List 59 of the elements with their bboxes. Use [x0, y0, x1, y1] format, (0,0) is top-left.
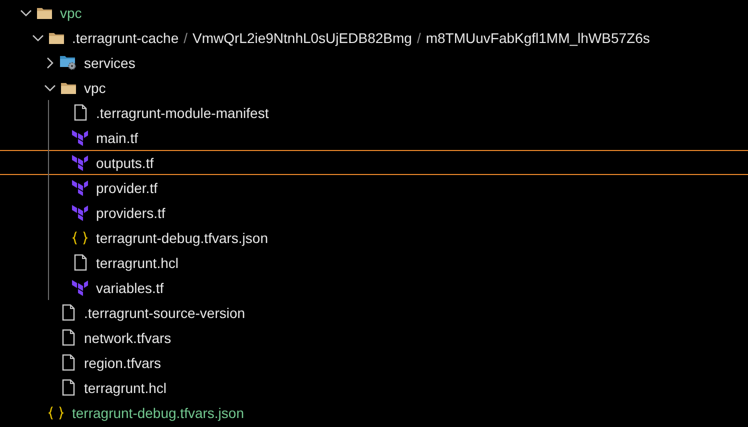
folder-name: vpc: [84, 80, 106, 96]
chevron-down-icon[interactable]: [44, 84, 56, 92]
tree-row[interactable]: network.tfvars: [0, 325, 748, 350]
tree-row[interactable]: main.tf: [0, 125, 748, 150]
folder-icon: [36, 6, 52, 20]
chevron-down-icon[interactable]: [20, 8, 32, 16]
file-icon: [74, 254, 86, 271]
gear-folder-icon: [59, 55, 77, 70]
folder-name: services: [84, 54, 136, 70]
file-name: terragrunt.hcl: [96, 254, 178, 270]
tree-row[interactable]: vpc: [0, 75, 748, 100]
tree-row[interactable]: .terragrunt-cache / VmwQrL2ie9NtnhL0sUjEDB82Bmg / m8TMUuvFabKgfl1MM_lhWB57Z6s: [0, 25, 748, 50]
braces-icon: [72, 230, 88, 246]
file-name: terragrunt-debug.tfvars.json: [96, 230, 268, 246]
file-name: provider.tf: [96, 180, 158, 196]
tree-row[interactable]: .terragrunt-module-manifest: [0, 100, 748, 125]
file-name: terragrunt.hcl: [84, 380, 166, 396]
terraform-icon: [72, 279, 88, 296]
file-name: .terragrunt-module-manifest: [96, 104, 269, 120]
terraform-icon: [72, 204, 88, 221]
file-icon: [74, 104, 86, 121]
file-icon: [62, 354, 74, 371]
terraform-icon: [72, 154, 88, 171]
terraform-icon: [72, 179, 88, 196]
tree-row[interactable]: .terragrunt-source-version: [0, 300, 748, 325]
tree-row[interactable]: providers.tf: [0, 200, 748, 225]
tree-row[interactable]: provider.tf: [0, 175, 748, 200]
tree-row[interactable]: outputs.tf: [0, 150, 748, 175]
tree-row[interactable]: variables.tf: [0, 275, 748, 300]
folder-icon: [48, 30, 64, 44]
terraform-icon: [72, 129, 88, 146]
chevron-down-icon[interactable]: [32, 34, 44, 42]
file-icon: [62, 304, 74, 321]
folder-name: VmwQrL2ie9NtnhL0sUjEDB82Bmg: [192, 30, 412, 46]
file-name: terragrunt-debug.tfvars.json: [72, 404, 244, 420]
folder-name: m8TMUuvFabKgfl1MM_lhWB57Z6s: [426, 30, 650, 46]
braces-icon: [48, 404, 64, 420]
file-name: region.tfvars: [84, 354, 162, 370]
file-icon: [62, 329, 74, 346]
path-separator: /: [416, 30, 421, 46]
file-name: providers.tf: [96, 204, 166, 220]
path-separator: /: [184, 30, 188, 46]
chevron-right-icon[interactable]: [46, 56, 54, 68]
tree-row[interactable]: terragrunt-debug.tfvars.json: [0, 225, 748, 250]
file-name: main.tf: [96, 130, 138, 146]
folder-name: .terragrunt-cache: [72, 30, 179, 46]
file-name: network.tfvars: [84, 330, 172, 346]
tree-row[interactable]: terragrunt.hcl: [0, 375, 748, 400]
tree-row[interactable]: terragrunt-debug.tfvars.json: [0, 400, 748, 425]
file-name: variables.tf: [96, 280, 164, 296]
tree-row[interactable]: services: [0, 50, 748, 75]
tree-row[interactable]: region.tfvars: [0, 350, 748, 375]
folder-icon: [60, 80, 76, 94]
file-name: outputs.tf: [96, 154, 154, 170]
tree-row[interactable]: vpc: [0, 0, 748, 25]
tree-row[interactable]: terragrunt.hcl: [0, 250, 748, 275]
file-icon: [62, 379, 74, 396]
file-name: .terragrunt-source-version: [84, 304, 246, 320]
folder-name: vpc: [60, 4, 82, 20]
